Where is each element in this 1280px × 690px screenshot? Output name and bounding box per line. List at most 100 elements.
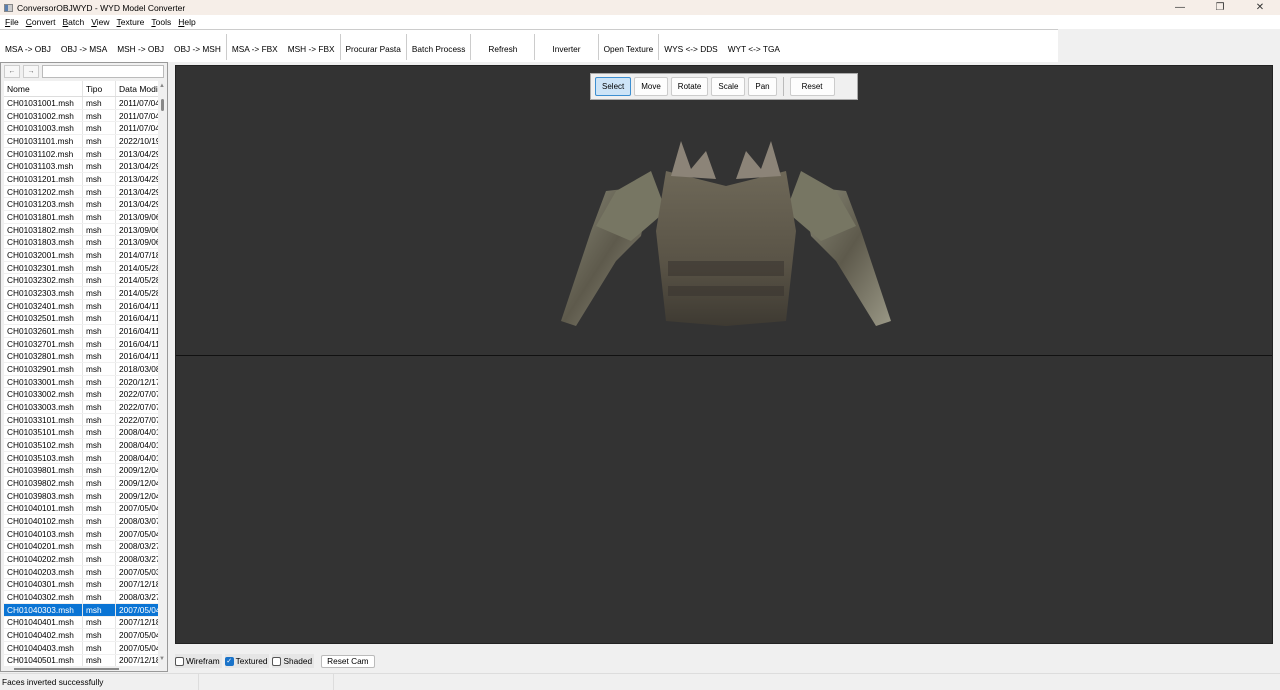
- minimize-button[interactable]: —: [1160, 0, 1200, 15]
- hscroll-thumb[interactable]: [14, 668, 119, 670]
- file-row[interactable]: CH01031801.msh msh 2013/09/06: [4, 211, 158, 224]
- file-row[interactable]: CH01035102.msh msh 2008/04/01: [4, 439, 158, 452]
- toolbar-button-obj-msa[interactable]: OBJ -> MSA: [56, 44, 112, 54]
- file-row[interactable]: CH01031201.msh msh 2013/04/29: [4, 173, 158, 186]
- file-row[interactable]: CH01040401.msh msh 2007/12/18: [4, 616, 158, 630]
- scroll-thumb[interactable]: [161, 99, 164, 111]
- file-row[interactable]: CH01031103.msh msh 2013/04/29: [4, 160, 158, 174]
- toolbar-button-refresh[interactable]: Refresh: [471, 44, 534, 54]
- toolbar-button-msa-fbx[interactable]: MSA -> FBX: [227, 44, 283, 54]
- file-name: CH01032701.msh: [4, 337, 83, 350]
- file-type: msh: [83, 173, 116, 185]
- toolbar-button-obj-msh[interactable]: OBJ -> MSH: [169, 44, 226, 54]
- menu-texture[interactable]: Texture: [117, 17, 145, 27]
- file-row[interactable]: CH01039803.msh msh 2009/12/04: [4, 489, 158, 503]
- file-date: 2009/12/04: [119, 477, 158, 488]
- file-row[interactable]: CH01031203.msh msh 2013/04/29: [4, 198, 158, 212]
- file-row[interactable]: CH01032401.msh msh 2016/04/11: [4, 299, 158, 313]
- file-row[interactable]: CH01033003.msh msh 2022/07/07: [4, 401, 158, 414]
- wireframe-checkbox[interactable]: Wirefram: [175, 654, 222, 668]
- file-row[interactable]: CH01032701.msh msh 2016/04/11: [4, 337, 158, 351]
- back-button[interactable]: ←: [4, 65, 20, 78]
- file-row[interactable]: CH01040102.msh msh 2008/03/07: [4, 515, 158, 528]
- close-button[interactable]: ✕: [1240, 0, 1280, 15]
- file-row[interactable]: CH01031803.msh msh 2013/09/06: [4, 236, 158, 250]
- file-row[interactable]: CH01035103.msh msh 2008/04/01: [4, 451, 158, 465]
- file-type: msh: [83, 439, 116, 451]
- menu-tools[interactable]: Tools: [151, 17, 171, 27]
- reset-cam-button[interactable]: Reset Cam: [321, 654, 375, 668]
- file-row[interactable]: CH01032302.msh msh 2014/05/28: [4, 274, 158, 288]
- file-row[interactable]: CH01033101.msh msh 2022/07/07: [4, 413, 158, 427]
- menu-batch[interactable]: Batch: [62, 17, 84, 27]
- file-row[interactable]: CH01040501.msh msh 2007/12/18: [4, 654, 158, 666]
- scroll-down-icon[interactable]: ▼: [159, 656, 165, 662]
- textured-checkbox[interactable]: ✓ Textured: [224, 654, 270, 668]
- file-row[interactable]: CH01040302.msh msh 2008/03/27: [4, 591, 158, 604]
- toolbar-button-msh-obj[interactable]: MSH -> OBJ: [112, 44, 169, 54]
- file-row[interactable]: CH01031802.msh msh 2013/09/06: [4, 223, 158, 237]
- file-row[interactable]: CH01032601.msh msh 2016/04/11: [4, 325, 158, 338]
- file-row[interactable]: CH01040301.msh msh 2007/12/18: [4, 578, 158, 592]
- 3d-viewport[interactable]: Select Move Rotate Scale Pan Reset: [175, 65, 1273, 644]
- tool-rotate-button[interactable]: Rotate: [670, 77, 709, 96]
- column-header-name[interactable]: Nome: [4, 81, 83, 96]
- file-row[interactable]: CH01032001.msh msh 2014/07/18: [4, 249, 158, 262]
- file-row[interactable]: CH01031002.msh msh 2011/07/04: [4, 109, 158, 123]
- file-row[interactable]: CH01032501.msh msh 2016/04/11: [4, 312, 158, 326]
- file-type: msh: [83, 337, 116, 350]
- toolbar-button-procurar-pasta[interactable]: Procurar Pasta: [341, 44, 406, 54]
- file-row[interactable]: CH01031102.msh msh 2013/04/29: [4, 147, 158, 161]
- toolbar-button-open-texture[interactable]: Open Texture: [599, 44, 659, 54]
- file-row[interactable]: CH01035101.msh msh 2008/04/01: [4, 426, 158, 440]
- file-row[interactable]: CH01031101.msh msh 2022/10/19: [4, 135, 158, 148]
- file-name: CH01031802.msh: [4, 223, 83, 236]
- file-row[interactable]: CH01032301.msh msh 2014/05/28: [4, 261, 158, 275]
- forward-button[interactable]: →: [23, 65, 39, 78]
- menu-convert[interactable]: Convert: [26, 17, 56, 27]
- file-row[interactable]: CH01032901.msh msh 2018/03/08: [4, 363, 158, 376]
- file-name: CH01040403.msh: [4, 641, 83, 654]
- file-row[interactable]: CH01033001.msh msh 2020/12/17: [4, 375, 158, 389]
- toolbar-button-wyt-tga[interactable]: WYT <-> TGA: [723, 44, 785, 54]
- file-row[interactable]: CH01040101.msh msh 2007/05/04: [4, 502, 158, 516]
- toolbar-button-wys-dds[interactable]: WYS <-> DDS: [659, 44, 722, 54]
- toolbar-button-msa-obj[interactable]: MSA -> OBJ: [0, 44, 56, 54]
- file-row[interactable]: CH01040402.msh msh 2007/05/04: [4, 629, 158, 642]
- file-row[interactable]: CH01032801.msh msh 2016/04/11: [4, 350, 158, 364]
- file-type: msh: [83, 287, 116, 299]
- menu-file[interactable]: File: [5, 17, 19, 27]
- file-row[interactable]: CH01032303.msh msh 2014/05/28: [4, 287, 158, 300]
- file-row[interactable]: CH01031003.msh msh 2011/07/04: [4, 122, 158, 136]
- file-row[interactable]: CH01040202.msh msh 2008/03/27: [4, 553, 158, 566]
- horizontal-scrollbar[interactable]: [4, 666, 158, 672]
- shaded-checkbox[interactable]: Shaded: [272, 654, 315, 668]
- vertical-scrollbar[interactable]: ▲ ▼: [158, 81, 167, 666]
- toolbar-button-msh-fbx[interactable]: MSH -> FBX: [283, 44, 340, 54]
- tool-move-button[interactable]: Move: [634, 77, 668, 96]
- menu-help[interactable]: Help: [178, 17, 195, 27]
- file-row[interactable]: CH01039802.msh msh 2009/12/04: [4, 477, 158, 490]
- toolbar-button-batch-process[interactable]: Batch Process: [407, 44, 471, 54]
- restore-button[interactable]: ❐: [1200, 0, 1240, 15]
- toolbar-button-inverter[interactable]: Inverter: [535, 44, 597, 54]
- file-row[interactable]: CH01040303.msh msh 2007/05/04: [4, 603, 158, 617]
- file-type: msh: [83, 401, 116, 413]
- file-row[interactable]: CH01031202.msh msh 2013/04/29: [4, 185, 158, 199]
- file-name: CH01033003.msh: [4, 401, 83, 413]
- column-header-date[interactable]: Data Modi: [116, 81, 158, 96]
- scroll-up-icon[interactable]: ▲: [159, 83, 165, 89]
- menu-view[interactable]: View: [91, 17, 109, 27]
- file-row[interactable]: CH01031001.msh msh 2011/07/04: [4, 97, 158, 110]
- tool-select-button[interactable]: Select: [595, 77, 632, 96]
- file-row[interactable]: CH01040203.msh msh 2007/05/03: [4, 565, 158, 579]
- path-input[interactable]: [42, 65, 164, 78]
- file-row[interactable]: CH01033002.msh msh 2022/07/07: [4, 388, 158, 402]
- file-row[interactable]: CH01039801.msh msh 2009/12/04: [4, 464, 158, 478]
- file-row[interactable]: CH01040103.msh msh 2007/05/04: [4, 527, 158, 541]
- file-row[interactable]: CH01040403.msh msh 2007/05/04: [4, 641, 158, 655]
- file-row[interactable]: CH01040201.msh msh 2008/03/27: [4, 540, 158, 554]
- tool-pan-button[interactable]: Pan: [748, 77, 777, 96]
- tool-scale-button[interactable]: Scale: [711, 77, 746, 96]
- reset-view-button[interactable]: Reset: [789, 77, 835, 96]
